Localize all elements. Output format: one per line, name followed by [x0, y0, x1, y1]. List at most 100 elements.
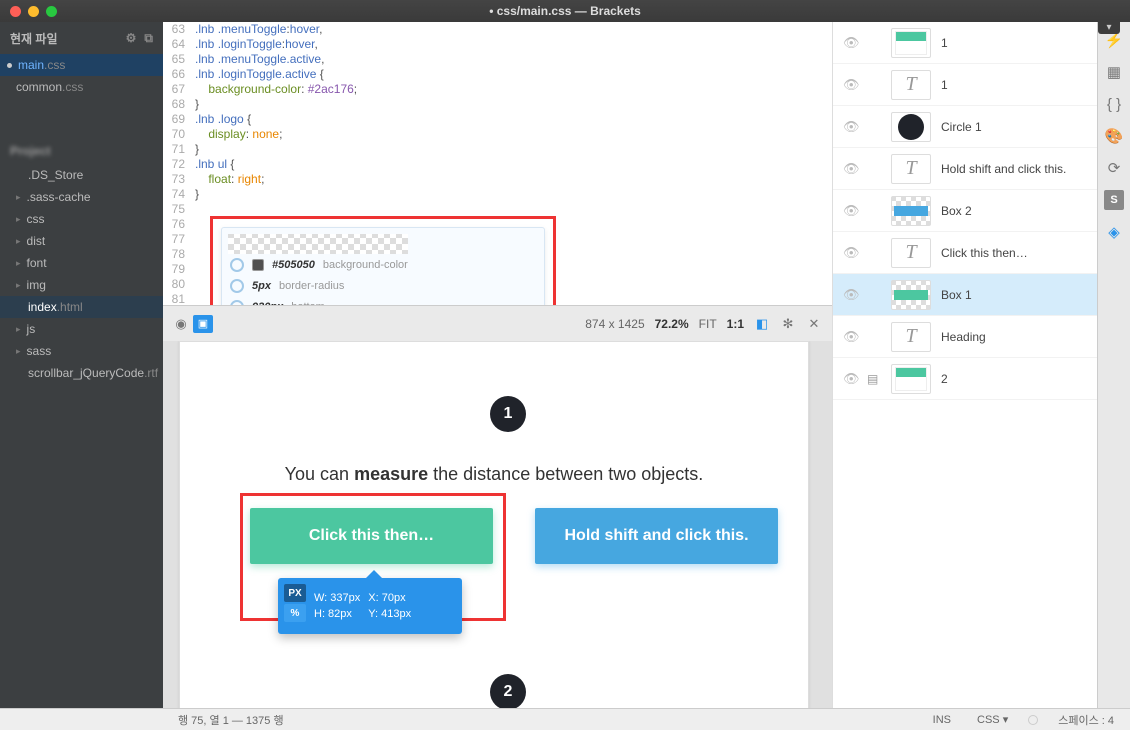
- layer-thumb: [891, 280, 931, 310]
- layer-thumb: T: [891, 322, 931, 352]
- code-line[interactable]: 66.lnb .loginToggle.active {: [163, 67, 832, 82]
- hint-target-icon: [230, 300, 244, 306]
- hint-preview-checker: [228, 234, 408, 254]
- artboard[interactable]: 1 You can measure the distance between t…: [179, 341, 809, 708]
- hint-row[interactable]: #505050background-color: [222, 254, 544, 275]
- tree-item-css[interactable]: css: [0, 208, 163, 230]
- code-line[interactable]: 63.lnb .menuToggle:hover,: [163, 22, 832, 37]
- layer-thumb: [891, 196, 931, 226]
- cursor-tool-icon[interactable]: ▣: [193, 315, 213, 333]
- extension-manager-icon[interactable]: ▦: [1104, 62, 1124, 82]
- layer-label: Click this then…: [941, 246, 1028, 260]
- visibility-icon[interactable]: 👁: [843, 119, 857, 135]
- visibility-icon[interactable]: 👁: [843, 245, 857, 261]
- cc-icon[interactable]: ◉: [173, 316, 189, 332]
- layer-row[interactable]: 👁 T Heading: [833, 316, 1097, 358]
- layer-row[interactable]: 👁Box 1: [833, 274, 1097, 316]
- project-name[interactable]: Project: [0, 138, 163, 164]
- visibility-icon[interactable]: 👁: [843, 161, 857, 177]
- zoom-1-1[interactable]: 1:1: [727, 317, 744, 331]
- extract-icon[interactable]: S: [1104, 190, 1124, 210]
- step-1-circle[interactable]: 1: [490, 396, 526, 432]
- split-view-icon[interactable]: ⧉: [144, 31, 153, 46]
- measure-tooltip: PX % W: 337px H: 82px X: 70px Y: 413px: [278, 578, 462, 634]
- layer-row[interactable]: 👁THold shift and click this.: [833, 148, 1097, 190]
- insert-mode[interactable]: INS: [927, 714, 957, 726]
- visibility-icon[interactable]: 👁: [843, 329, 857, 345]
- toggle-panel-icon[interactable]: ◧: [754, 316, 770, 332]
- layer-label: Heading: [941, 330, 986, 344]
- tree-item-.sass-cache[interactable]: .sass-cache: [0, 186, 163, 208]
- visibility-icon[interactable]: 👁: [843, 287, 857, 303]
- unit-pct-button[interactable]: %: [284, 604, 306, 622]
- hint-row[interactable]: 930pxbottom: [222, 296, 544, 305]
- box-2[interactable]: Hold shift and click this.: [535, 508, 778, 564]
- layer-row[interactable]: 👁 Circle 1: [833, 106, 1097, 148]
- traffic-lights[interactable]: [0, 6, 57, 17]
- code-line[interactable]: 70 display: none;: [163, 127, 832, 142]
- code-line[interactable]: 64.lnb .loginToggle:hover,: [163, 37, 832, 52]
- refresh-icon[interactable]: ⟳: [1104, 158, 1124, 178]
- indent-setting[interactable]: 스페이스 : 4: [1052, 712, 1120, 728]
- layer-row[interactable]: 👁▤2: [833, 358, 1097, 400]
- settings-icon[interactable]: ✻: [780, 316, 796, 332]
- working-file-common[interactable]: common.css: [0, 76, 163, 98]
- hint-row[interactable]: 5pxborder-radius: [222, 275, 544, 296]
- language-mode[interactable]: CSS ▾: [971, 713, 1014, 726]
- tree-item-sass[interactable]: sass: [0, 340, 163, 362]
- layer-row[interactable]: 👁T1: [833, 64, 1097, 106]
- working-files-header: 현재 파일 ⚙ ⧉: [0, 22, 163, 54]
- zoom-fit[interactable]: FIT: [699, 317, 717, 331]
- window-titlebar: • css/main.css — Brackets: [0, 0, 1130, 22]
- sidebar: 현재 파일 ⚙ ⧉ main.csscommon.css Project .DS…: [0, 22, 163, 708]
- layer-label: Circle 1: [941, 120, 982, 134]
- layers-icon[interactable]: ◈: [1104, 222, 1124, 242]
- visibility-icon[interactable]: 👁: [843, 77, 857, 93]
- palette-icon[interactable]: 🎨: [1104, 126, 1124, 146]
- code-line[interactable]: 71}: [163, 142, 832, 157]
- layer-label: 2: [941, 372, 948, 386]
- layer-thumb: [891, 28, 931, 58]
- measure-h: H: 82px: [314, 608, 360, 620]
- working-file-main[interactable]: main.css: [0, 54, 163, 76]
- preview-canvas[interactable]: 1 You can measure the distance between t…: [163, 341, 832, 708]
- visibility-icon[interactable]: 👁: [843, 371, 857, 387]
- layer-label: Box 2: [941, 204, 972, 218]
- heading-text[interactable]: You can measure the distance between two…: [180, 464, 808, 485]
- editor-column: 63.lnb .menuToggle:hover,64.lnb .loginTo…: [163, 22, 832, 708]
- tree-item-index[interactable]: index.html: [0, 296, 163, 318]
- status-indicator-icon[interactable]: [1028, 715, 1038, 725]
- gear-icon[interactable]: ⚙: [126, 31, 137, 46]
- zoom-level[interactable]: 72.2%: [655, 317, 689, 331]
- code-line[interactable]: 73 float: right;: [163, 172, 832, 187]
- close-panel-icon[interactable]: ✕: [806, 316, 822, 332]
- visibility-icon[interactable]: 👁: [843, 35, 857, 51]
- cursor-position[interactable]: 행 75, 열 1 — 1375 행: [10, 712, 284, 728]
- titlebar-dropdown[interactable]: ▾: [1098, 20, 1120, 34]
- code-editor[interactable]: 63.lnb .menuToggle:hover,64.lnb .loginTo…: [163, 22, 832, 305]
- zoom-icon[interactable]: [46, 6, 57, 17]
- tree-item-scrollbar_jQueryCode[interactable]: scrollbar_jQueryCode.rtf: [0, 362, 163, 384]
- braces-icon[interactable]: { }: [1104, 94, 1124, 114]
- layer-row[interactable]: 👁 Box 2: [833, 190, 1097, 232]
- tree-item-.DS_Store[interactable]: .DS_Store: [0, 164, 163, 186]
- code-line[interactable]: 74}: [163, 187, 832, 202]
- tree-item-dist[interactable]: dist: [0, 230, 163, 252]
- minimize-icon[interactable]: [28, 6, 39, 17]
- close-icon[interactable]: [10, 6, 21, 17]
- code-line[interactable]: 68}: [163, 97, 832, 112]
- layer-row[interactable]: 👁1: [833, 22, 1097, 64]
- code-line[interactable]: 69.lnb .logo {: [163, 112, 832, 127]
- tree-item-js[interactable]: js: [0, 318, 163, 340]
- code-line[interactable]: 72.lnb ul {: [163, 157, 832, 172]
- tree-item-img[interactable]: img: [0, 274, 163, 296]
- layer-row[interactable]: 👁 T Click this then…: [833, 232, 1097, 274]
- code-line[interactable]: 65.lnb .menuToggle.active,: [163, 52, 832, 67]
- visibility-icon[interactable]: 👁: [843, 203, 857, 219]
- layer-thumb: T: [891, 238, 931, 268]
- layer-thumb: [891, 364, 931, 394]
- code-line[interactable]: 67 background-color: #2ac176;: [163, 82, 832, 97]
- step-2-circle[interactable]: 2: [490, 674, 526, 708]
- unit-px-button[interactable]: PX: [284, 584, 306, 602]
- tree-item-font[interactable]: font: [0, 252, 163, 274]
